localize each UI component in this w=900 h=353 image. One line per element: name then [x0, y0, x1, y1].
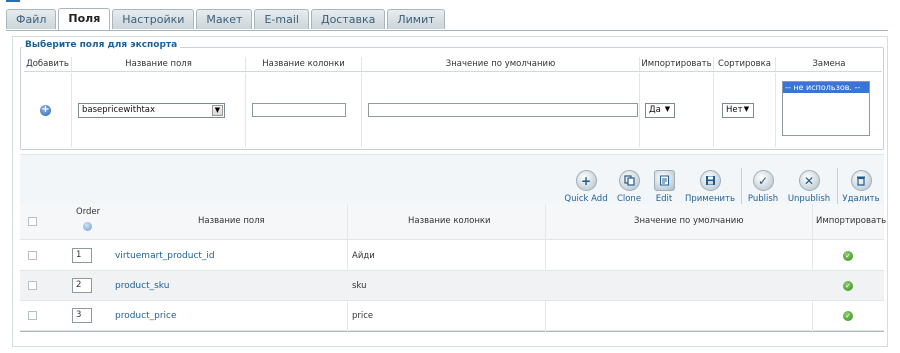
row-order-input[interactable]: 2	[72, 278, 92, 293]
edit-button[interactable]: Edit	[639, 170, 689, 204]
tab-bar: Файл Поля Настройки Макет E-mail Доставк…	[6, 8, 447, 30]
row-checkbox[interactable]	[28, 281, 37, 290]
unpublish-label: Unpublish	[787, 194, 831, 204]
grid-header-import: Импортировать	[816, 216, 887, 226]
header-default-value: Значение по умолчанию	[362, 57, 640, 71]
edit-label: Edit	[655, 194, 673, 204]
replace-cell: -- не использов. --	[776, 73, 882, 147]
row-column-name: Айди	[352, 251, 375, 261]
check-icon: ✓	[752, 170, 774, 191]
add-plus-icon[interactable]: +	[40, 105, 51, 116]
delete-label: Удалить	[842, 194, 880, 204]
sort-select[interactable]: Нет ▼	[722, 103, 754, 118]
check-icon[interactable]: ✓	[843, 281, 853, 291]
tab-underline	[6, 30, 888, 31]
copy-icon	[618, 170, 640, 191]
check-icon[interactable]: ✓	[843, 311, 853, 321]
field-name-select[interactable]: basepricewithtax ▼	[78, 103, 225, 118]
apply-button[interactable]: Применить	[685, 170, 735, 204]
grid-header-column-name: Название колонки	[408, 216, 491, 226]
grid-header: Order Название поля Название колонки Зна…	[20, 204, 887, 240]
chevron-down-icon: ▼	[664, 105, 671, 113]
replace-listbox[interactable]: -- не использов. --	[782, 81, 870, 136]
export-fields-header: Добавить Название поля Название колонки …	[24, 57, 882, 72]
sort-cell: Нет ▼	[714, 73, 776, 147]
header-replace: Замена	[812, 59, 846, 69]
tab-limit[interactable]: Лимит	[387, 9, 445, 29]
header-order: Order	[76, 207, 101, 217]
tab-email[interactable]: E-mail	[254, 9, 309, 29]
row-field-link[interactable]: product_sku	[115, 281, 169, 291]
save-icon	[699, 170, 721, 191]
default-value-input[interactable]	[368, 103, 638, 117]
sort-order-icon[interactable]	[83, 222, 92, 231]
trash-icon	[850, 170, 872, 191]
header-column-name: Название колонки	[246, 57, 362, 71]
check-icon[interactable]: ✓	[843, 251, 853, 261]
tab-file[interactable]: Файл	[6, 9, 57, 29]
delete-button[interactable]: Удалить	[836, 170, 886, 204]
chevron-down-icon: ▼	[212, 105, 223, 116]
table-row: 2 product_sku sku ✓	[20, 271, 884, 301]
top-stripe	[0, 0, 900, 3]
import-select-value: Да	[649, 105, 661, 115]
header-add: Добавить	[24, 57, 72, 71]
import-cell: Да ▼	[640, 73, 714, 147]
fields-grid: Order Название поля Название колонки Зна…	[20, 204, 887, 332]
row-column-name: sku	[352, 281, 367, 291]
add-cell: +	[24, 73, 72, 147]
row-order-input[interactable]: 3	[72, 308, 92, 323]
row-column-name: price	[352, 311, 374, 321]
field-name-select-value: basepricewithtax	[82, 105, 156, 115]
chevron-down-icon: ▼	[743, 105, 750, 113]
row-field-link[interactable]: product_price	[115, 311, 177, 321]
column-name-cell	[246, 73, 362, 147]
tab-delivery[interactable]: Доставка	[310, 9, 386, 29]
plus-icon: +	[575, 170, 597, 191]
top-link-fragment	[6, 0, 20, 2]
grid-header-field-name: Название поля	[198, 216, 265, 226]
header-import: Импортировать	[640, 57, 714, 71]
row-order-input[interactable]: 1	[72, 248, 92, 263]
unpublish-button[interactable]: ✕ Unpublish	[784, 170, 834, 204]
publish-label: Publish	[747, 194, 779, 204]
default-value-cell	[362, 73, 640, 147]
x-icon: ✕	[798, 170, 820, 191]
field-select-cell: basepricewithtax ▼	[72, 73, 246, 147]
replace-option-selected[interactable]: -- не использов. --	[783, 82, 869, 93]
row-field-link[interactable]: virtuemart_product_id	[115, 251, 215, 261]
export-fields-input-row: + basepricewithtax ▼ Да ▼ Нет ▼ -- не ис…	[24, 73, 882, 147]
publish-button[interactable]: ✓ Publish	[738, 170, 788, 204]
row-checkbox[interactable]	[28, 251, 37, 260]
export-fields-legend: Выберите поля для экспорта	[22, 40, 181, 50]
tab-layout[interactable]: Макет	[196, 9, 253, 29]
header-field-name: Название поля	[72, 57, 246, 71]
header-sort: Сортировка	[714, 57, 776, 71]
column-name-input[interactable]	[252, 103, 346, 117]
tab-settings[interactable]: Настройки	[112, 9, 195, 29]
row-checkbox[interactable]	[28, 311, 37, 320]
table-row: 3 product_price price ✓	[20, 301, 884, 331]
edit-icon	[653, 170, 675, 191]
apply-label: Применить	[685, 194, 735, 204]
tab-fields[interactable]: Поля	[58, 8, 111, 30]
table-row: 1 virtuemart_product_id Айди ✓	[20, 241, 884, 271]
grid-header-default-value: Значение по умолчанию	[634, 216, 744, 226]
import-select[interactable]: Да ▼	[645, 103, 675, 118]
select-all-checkbox[interactable]	[28, 217, 37, 226]
